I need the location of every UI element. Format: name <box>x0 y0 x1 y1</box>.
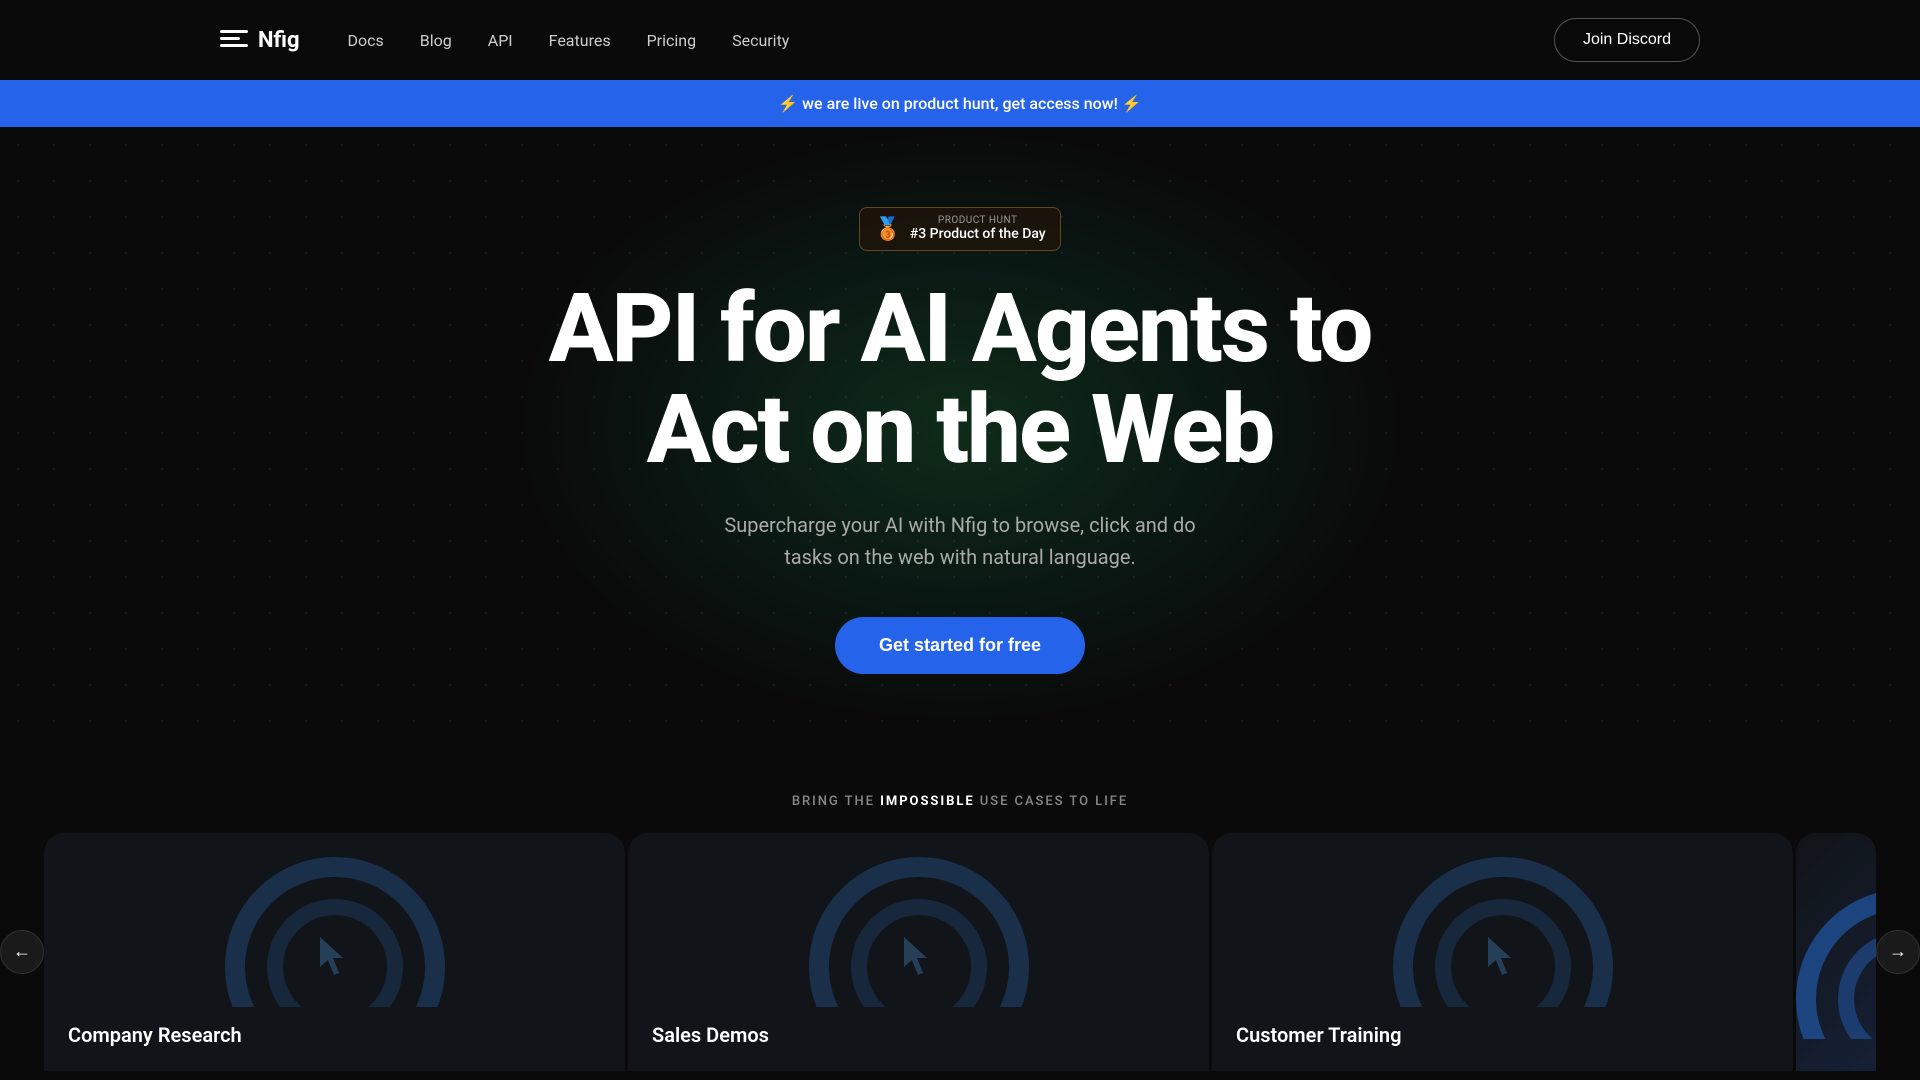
use-cases-cards: Company Research Sales Demos <box>44 833 1876 1071</box>
nav-link-pricing[interactable]: Pricing <box>647 31 697 50</box>
nav-link-docs[interactable]: Docs <box>348 31 384 50</box>
section-label: BRING THE IMPOSSIBLE USE CASES TO LIFE <box>0 794 1920 809</box>
product-hunt-banner: ⚡ we are live on product hunt, get acces… <box>0 80 1920 127</box>
hero-section: 🥉 PRODUCT HUNT #3 Product of the Day API… <box>0 127 1920 734</box>
card-company-research: Company Research <box>44 833 625 1071</box>
nav-link-blog[interactable]: Blog <box>420 31 452 50</box>
carousel-next-button[interactable]: → <box>1876 930 1920 974</box>
carousel-prev-button[interactable]: ← <box>0 930 44 974</box>
logo-icon <box>220 30 248 50</box>
banner-text: ⚡ we are live on product hunt, get acces… <box>778 94 1141 113</box>
badge-text: #3 Product of the Day <box>910 226 1046 242</box>
card-sales-demos: Sales Demos <box>628 833 1209 1071</box>
card-sales-demos-label: Sales Demos <box>628 1007 1209 1071</box>
nav-left: Nfig Docs Blog API Features Pricing Secu… <box>220 28 789 53</box>
navbar: Nfig Docs Blog API Features Pricing Secu… <box>0 0 1920 80</box>
card-customer-training-label: Customer Training <box>1212 1007 1793 1071</box>
nav-links: Docs Blog API Features Pricing Security <box>348 31 790 50</box>
use-cases-label-area: BRING THE IMPOSSIBLE USE CASES TO LIFE <box>0 734 1920 833</box>
get-started-button[interactable]: Get started for free <box>835 617 1085 674</box>
nav-link-features[interactable]: Features <box>549 31 611 50</box>
card-company-research-label: Company Research <box>44 1007 625 1071</box>
card-customer-training: Customer Training <box>1212 833 1793 1071</box>
badge-content: PRODUCT HUNT #3 Product of the Day <box>910 216 1046 242</box>
badge-label: PRODUCT HUNT <box>910 216 1046 226</box>
logo-text: Nfig <box>258 28 300 53</box>
nav-link-api[interactable]: API <box>488 31 513 50</box>
card-fourth <box>1796 833 1876 1071</box>
medal-icon: 🥉 <box>874 217 901 242</box>
hero-title: API for AI Agents to Act on the Web <box>549 279 1372 481</box>
logo[interactable]: Nfig <box>220 28 300 53</box>
join-discord-button[interactable]: Join Discord <box>1554 18 1700 62</box>
nav-link-security[interactable]: Security <box>732 31 789 50</box>
hero-subtitle: Supercharge your AI with Nfig to browse,… <box>710 509 1210 573</box>
product-hunt-badge: 🥉 PRODUCT HUNT #3 Product of the Day <box>859 207 1060 251</box>
